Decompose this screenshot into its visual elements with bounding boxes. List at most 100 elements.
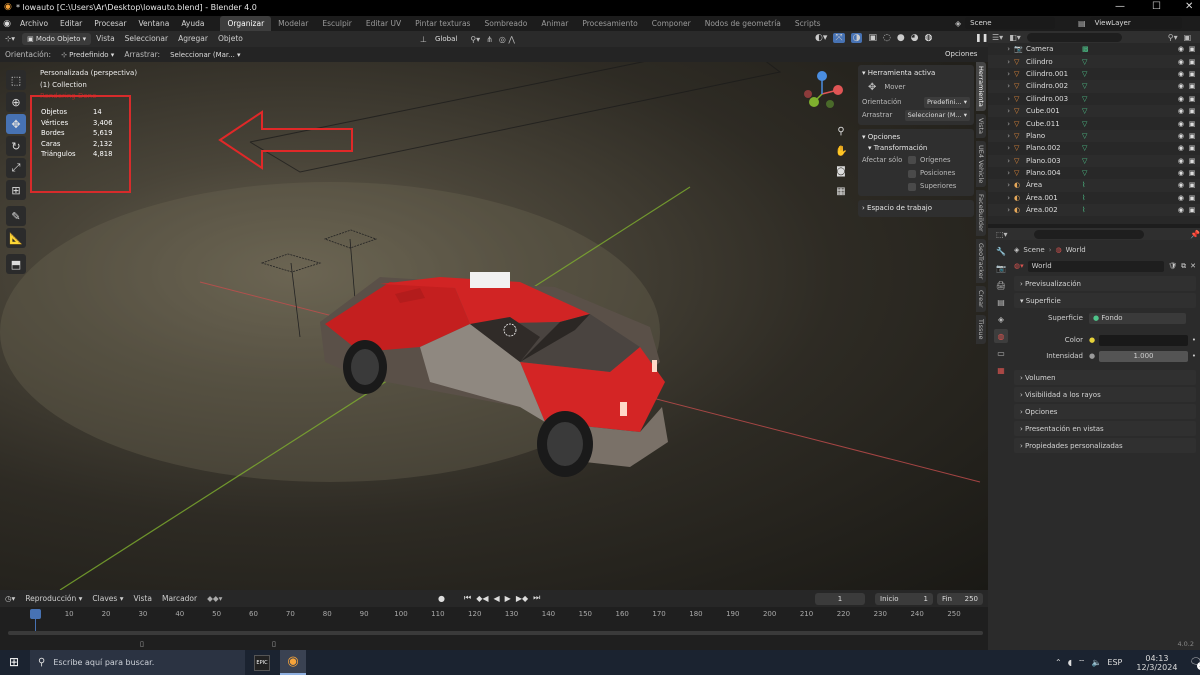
- section-volumen[interactable]: › Volumen: [1014, 370, 1196, 385]
- menu-archivo[interactable]: Archivo: [14, 16, 54, 31]
- scene-selector[interactable]: ◈ Scene: [955, 17, 1056, 29]
- camera-view-icon[interactable]: ◙: [835, 162, 847, 182]
- scene-name[interactable]: Scene: [965, 17, 1056, 29]
- duplicate-icon[interactable]: ⧉: [1181, 262, 1186, 271]
- pause-render-icon[interactable]: ❚❚: [975, 33, 988, 42]
- section-visibilidad-rayos[interactable]: › Visibilidad a los rayos: [1014, 387, 1196, 402]
- blender-menu-icon[interactable]: ◉: [0, 19, 14, 29]
- tab-crear[interactable]: Crear: [976, 286, 986, 313]
- menu-agregar[interactable]: Agregar: [173, 31, 213, 47]
- properties-search-input[interactable]: [1033, 229, 1145, 239]
- menu-procesar[interactable]: Procesar: [88, 16, 132, 31]
- expand-arrow-icon[interactable]: ›: [988, 206, 1014, 214]
- windows-start-icon[interactable]: ⊞: [9, 655, 19, 669]
- tab-componer[interactable]: Componer: [645, 16, 698, 31]
- tab-herramienta[interactable]: Herramienta: [976, 62, 986, 111]
- view-layer-props-icon[interactable]: ▤: [994, 295, 1008, 309]
- color-swatch[interactable]: [1099, 334, 1188, 346]
- visibility-icon[interactable]: ◐▾: [815, 33, 827, 43]
- language-indicator[interactable]: ESP: [1107, 658, 1122, 667]
- outliner-item[interactable]: › ▽ Cube.011 ▽ ◉ ▣: [988, 117, 1200, 129]
- select-box-icon[interactable]: ⬚: [6, 70, 26, 90]
- scale-tool-icon[interactable]: ⤢: [6, 158, 26, 178]
- outliner-item[interactable]: › ▽ Cilindro.002 ▽ ◉ ▣: [988, 80, 1200, 93]
- tab-facebuilder[interactable]: FaceBuilder: [976, 190, 986, 236]
- mesh-data-icon[interactable]: ▽: [1082, 82, 1096, 90]
- outliner-item-name[interactable]: Plano.003: [1026, 157, 1072, 165]
- outliner-editor-icon[interactable]: ☰▾: [992, 33, 1003, 42]
- shading-wireframe-icon[interactable]: ◌: [883, 33, 891, 43]
- active-tool-row[interactable]: ✥ Mover: [862, 79, 970, 96]
- navigation-gizmo[interactable]: [800, 70, 846, 116]
- outliner-item[interactable]: › ▽ Cube.001 ▽ ◉ ▣: [988, 104, 1200, 118]
- rotate-tool-icon[interactable]: ↻: [6, 136, 26, 156]
- render-camera-icon[interactable]: ▣: [1184, 107, 1200, 115]
- np-orientation-dropdown[interactable]: Predefini... ▾: [923, 97, 970, 108]
- tab-animar[interactable]: Animar: [534, 16, 575, 31]
- outliner-item[interactable]: › ▽ Plano.004 ▽ ◉ ▣: [988, 167, 1200, 179]
- intensity-field[interactable]: 1.000: [1099, 350, 1188, 362]
- properties-editor-icon[interactable]: ⬚▾: [996, 230, 1008, 239]
- close-button[interactable]: ✕: [1185, 1, 1193, 12]
- outliner-item[interactable]: › ▽ Plano.003 ▽ ◉ ▣: [988, 154, 1200, 167]
- tab-nodos-geometria[interactable]: Nodos de geometría: [698, 16, 788, 31]
- render-camera-icon[interactable]: ▣: [1184, 169, 1200, 177]
- world-icon[interactable]: ◍▾: [1014, 262, 1024, 270]
- render-props-icon[interactable]: 📷: [994, 261, 1008, 275]
- shading-rendered-icon[interactable]: ◍: [925, 33, 933, 43]
- expand-arrow-icon[interactable]: ›: [988, 157, 1014, 165]
- overlay-toggle-icon[interactable]: ◑: [850, 33, 863, 43]
- outliner-item-name[interactable]: Cube.011: [1026, 120, 1072, 128]
- mesh-data-icon[interactable]: ▽: [1082, 95, 1096, 103]
- outliner-item[interactable]: › ▽ Cilindro.003 ▽ ◉ ▣: [988, 93, 1200, 105]
- microphone-icon[interactable]: ◖: [1068, 658, 1072, 667]
- outliner-item-name[interactable]: Plano.004: [1026, 169, 1072, 177]
- timeline-editor-icon[interactable]: ◷▾: [0, 591, 20, 607]
- camera-data-icon[interactable]: ▩: [1082, 45, 1096, 53]
- surface-shader-field[interactable]: ● Fondo: [1089, 312, 1186, 324]
- transform-subtitle[interactable]: ▾ Transformación: [862, 143, 970, 154]
- tab-scripts[interactable]: Scripts: [788, 16, 828, 31]
- add-cube-tool-icon[interactable]: ⬒: [6, 254, 26, 274]
- render-camera-icon[interactable]: ▣: [1184, 58, 1200, 66]
- keyframe-nav-icon[interactable]: ◆◆▾: [202, 591, 227, 607]
- light-data-icon[interactable]: ⌇: [1082, 206, 1096, 214]
- expand-arrow-icon[interactable]: ›: [988, 120, 1014, 128]
- epic-games-icon[interactable]: EPIC: [254, 655, 270, 671]
- mesh-data-icon[interactable]: ▽: [1082, 120, 1096, 128]
- viewlayer-name[interactable]: ViewLayer: [1089, 17, 1182, 29]
- zoom-icon[interactable]: ⚲: [835, 122, 847, 142]
- tab-vista[interactable]: Vista: [976, 113, 986, 138]
- expand-arrow-icon[interactable]: ›: [988, 181, 1014, 189]
- outliner-item[interactable]: › ▽ Cilindro ▽ ◉ ▣: [988, 55, 1200, 68]
- menu-vista[interactable]: Vista: [91, 31, 120, 47]
- maximize-button[interactable]: ☐: [1152, 1, 1161, 12]
- menu-reproduccion[interactable]: Reproducción ▾: [20, 591, 87, 607]
- workspace-panel[interactable]: › Espacio de trabajo: [858, 200, 974, 217]
- unlink-icon[interactable]: ✕: [1190, 262, 1196, 270]
- section-opciones[interactable]: › Opciones: [1014, 404, 1196, 419]
- output-props-icon[interactable]: 🖨: [994, 278, 1008, 292]
- render-camera-icon[interactable]: ▣: [1184, 82, 1200, 90]
- tool-props-icon[interactable]: 🔧: [994, 244, 1008, 258]
- move-tool-icon[interactable]: ✥: [6, 114, 26, 134]
- expand-arrow-icon[interactable]: ›: [988, 107, 1014, 115]
- drag-dropdown[interactable]: Seleccionar (Mar... ▾: [165, 49, 245, 61]
- jump-end-icon[interactable]: ⏭: [533, 593, 540, 603]
- mesh-data-icon[interactable]: ▽: [1082, 107, 1096, 115]
- outliner-item-name[interactable]: Área: [1026, 181, 1072, 189]
- transform-orientation[interactable]: ⊥ Global ⚲▾ ⋔ ◎ ⋀: [420, 33, 515, 45]
- world-props-icon[interactable]: ◍: [994, 329, 1008, 343]
- expand-arrow-icon[interactable]: ›: [988, 58, 1014, 66]
- render-camera-icon[interactable]: ▣: [1184, 181, 1200, 189]
- start-frame-field[interactable]: Inicio 1: [875, 593, 933, 605]
- jump-start-icon[interactable]: ⏮: [464, 593, 471, 603]
- texture-props-icon[interactable]: ▦: [994, 363, 1008, 377]
- viewlayer-selector[interactable]: ▤ ViewLayer: [1078, 17, 1182, 29]
- outliner-search-input[interactable]: [1026, 32, 1122, 42]
- scene-props-icon[interactable]: ◈: [994, 312, 1008, 326]
- menu-seleccionar[interactable]: Seleccionar: [120, 31, 173, 47]
- shading-solid-icon[interactable]: ●: [897, 33, 905, 43]
- expand-arrow-icon[interactable]: ›: [988, 45, 1014, 53]
- outliner-item-name[interactable]: Plano.002: [1026, 144, 1072, 152]
